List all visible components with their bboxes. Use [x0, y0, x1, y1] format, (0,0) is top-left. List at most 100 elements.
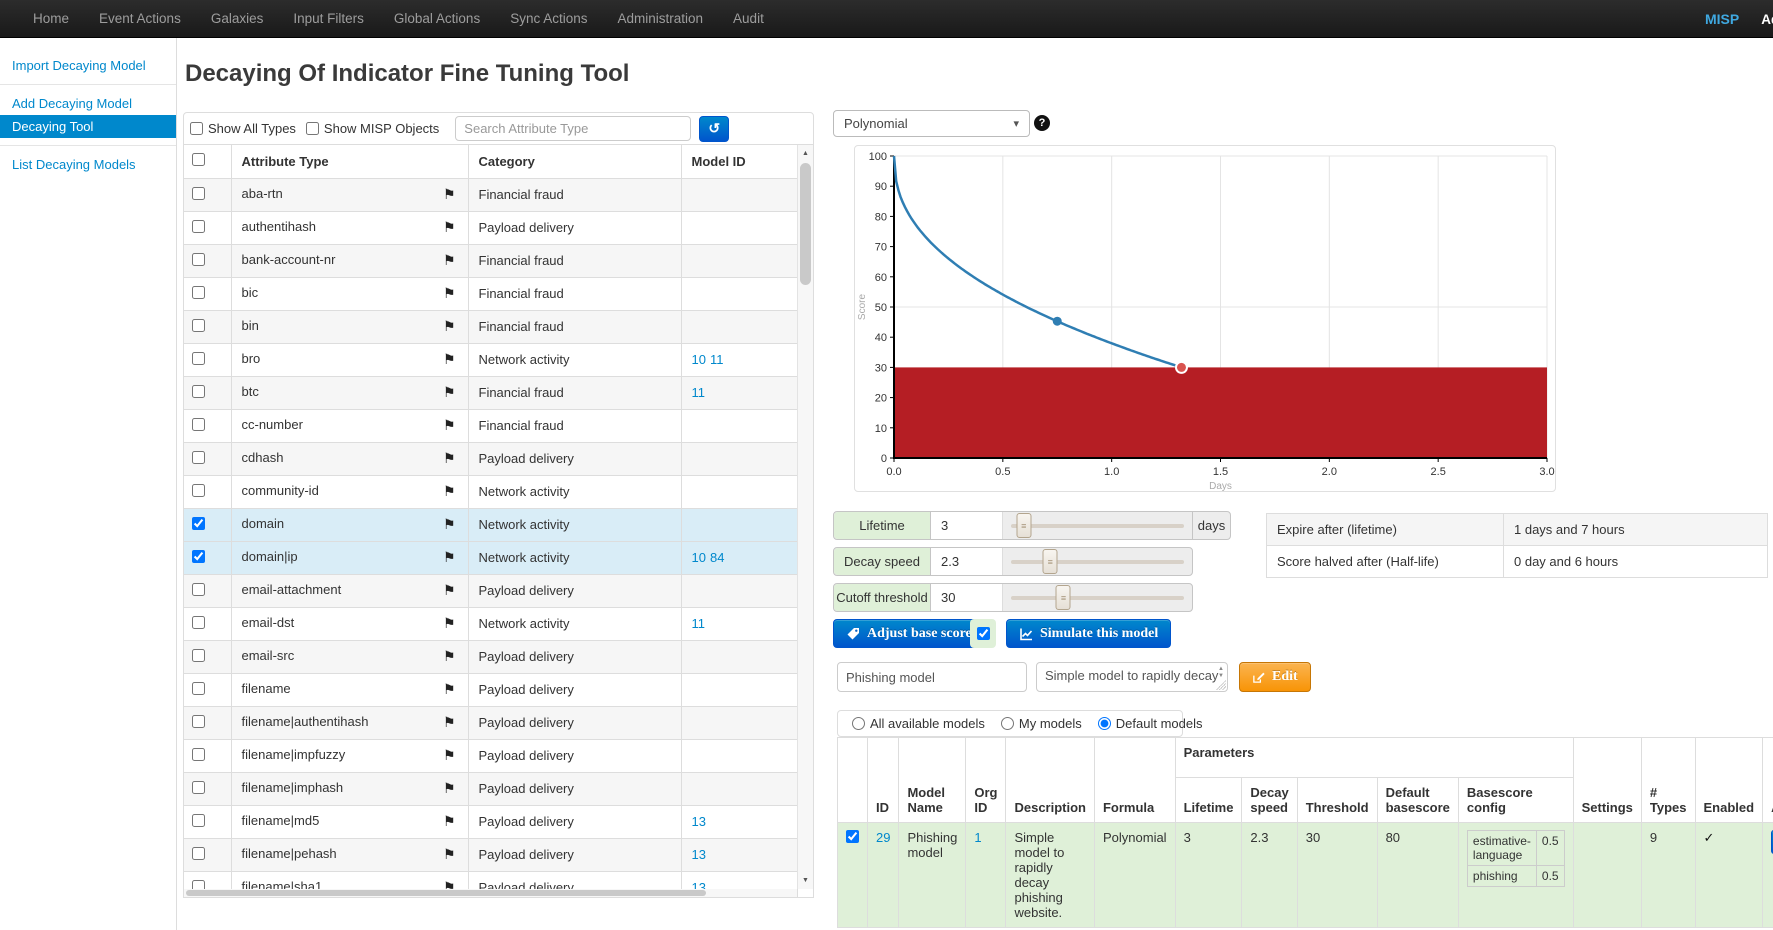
attribute-search-input[interactable]	[455, 116, 691, 141]
flag-icon[interactable]: ⚑	[443, 549, 456, 566]
flag-icon[interactable]: ⚑	[443, 648, 456, 665]
attribute-row-checkbox[interactable]	[192, 814, 205, 827]
nav-item-home[interactable]: Home	[18, 0, 84, 38]
attribute-row-checkbox[interactable]	[192, 451, 205, 464]
model-row-checkbox[interactable]	[846, 830, 859, 843]
model-id-link[interactable]: 13	[692, 847, 706, 862]
sidebar-item-add-decaying-model[interactable]: Add Decaying Model	[0, 92, 176, 115]
sidebar-item-list-decaying-models[interactable]: List Decaying Models	[0, 153, 176, 176]
attribute-row-checkbox[interactable]	[192, 649, 205, 662]
decay-speed-value[interactable]: 2.3	[931, 548, 1003, 575]
model-id-link[interactable]: 11	[710, 352, 724, 367]
nav-item-sync-actions[interactable]: Sync Actions	[495, 0, 602, 38]
model-filter-option[interactable]: Default models	[1098, 716, 1203, 731]
horizontal-scrollbar[interactable]	[184, 889, 797, 897]
adjust-base-score-checkbox[interactable]	[977, 627, 990, 640]
edit-model-button[interactable]: Edit	[1239, 662, 1311, 692]
attribute-row-checkbox[interactable]	[192, 352, 205, 365]
model-name-input[interactable]	[837, 662, 1027, 692]
show-all-types-checkbox[interactable]	[190, 122, 203, 135]
nav-item-administration[interactable]: Administration	[603, 0, 719, 38]
help-icon[interactable]: ?	[1034, 115, 1050, 131]
flag-icon[interactable]: ⚑	[443, 714, 456, 731]
flag-icon[interactable]: ⚑	[443, 582, 456, 599]
flag-icon[interactable]: ⚑	[443, 318, 456, 335]
attribute-row-checkbox[interactable]	[192, 715, 205, 728]
lifetime-value[interactable]: 3	[931, 512, 1003, 539]
model-id-link[interactable]: 11	[692, 616, 706, 631]
flag-icon[interactable]: ⚑	[443, 186, 456, 203]
flag-icon[interactable]: ⚑	[443, 252, 456, 269]
formula-select[interactable]: Polynomial ▾	[833, 110, 1030, 137]
attribute-row-checkbox[interactable]	[192, 583, 205, 596]
flag-icon[interactable]: ⚑	[443, 483, 456, 500]
org-id-link[interactable]: 1	[974, 830, 981, 845]
show-misp-objects-toggle[interactable]: Show MISP Objects	[306, 121, 439, 136]
attribute-row-checkbox[interactable]	[192, 418, 205, 431]
cutoff-threshold-slider[interactable]: ≡	[1003, 584, 1192, 611]
model-id-link[interactable]: 84	[710, 550, 724, 565]
attribute-row-checkbox[interactable]	[192, 220, 205, 233]
flag-icon[interactable]: ⚑	[443, 681, 456, 698]
flag-icon[interactable]: ⚑	[443, 351, 456, 368]
flag-icon[interactable]: ⚑	[443, 417, 456, 434]
refresh-button[interactable]: ↺	[699, 116, 729, 142]
nav-item-galaxies[interactable]: Galaxies	[196, 0, 279, 38]
select-all-checkbox[interactable]	[192, 153, 205, 166]
flag-icon[interactable]: ⚑	[443, 450, 456, 467]
sidebar-item-import-decaying-model[interactable]: Import Decaying Model	[0, 54, 176, 77]
attribute-row-checkbox[interactable]	[192, 517, 205, 530]
lifetime-slider-handle[interactable]: ≡	[1016, 513, 1031, 538]
horizontal-scrollbar-thumb[interactable]	[186, 890, 706, 896]
model-description-textarea[interactable]: Simple model to rapidly decay ▲ ▼	[1036, 662, 1228, 692]
resize-grip-icon[interactable]	[1216, 680, 1226, 690]
attribute-row-checkbox[interactable]	[192, 286, 205, 299]
model-id-link[interactable]: 10	[692, 352, 706, 367]
vertical-scrollbar[interactable]: ▲ ▼	[797, 145, 813, 889]
model-filter-radio[interactable]	[852, 717, 865, 730]
cutoff-threshold-slider-handle[interactable]: ≡	[1056, 585, 1071, 610]
show-misp-objects-checkbox[interactable]	[306, 122, 319, 135]
spinner-down-icon[interactable]: ▼	[1218, 673, 1224, 679]
model-filter-radio[interactable]	[1098, 717, 1111, 730]
flag-icon[interactable]: ⚑	[443, 846, 456, 863]
model-id-link[interactable]: 11	[692, 385, 706, 400]
attribute-row-checkbox[interactable]	[192, 616, 205, 629]
lifetime-slider[interactable]: ≡	[1003, 512, 1192, 539]
attribute-row-checkbox[interactable]	[192, 484, 205, 497]
attribute-row-checkbox[interactable]	[192, 781, 205, 794]
attribute-row-checkbox[interactable]	[192, 748, 205, 761]
nav-item-event-actions[interactable]: Event Actions	[84, 0, 196, 38]
nav-user-menu[interactable]: Ad	[1761, 12, 1773, 27]
adjust-base-score-button[interactable]: Adjust base score	[833, 619, 985, 648]
model-filter-option[interactable]: My models	[1001, 716, 1082, 731]
vertical-scrollbar-thumb[interactable]	[800, 163, 811, 285]
flag-icon[interactable]: ⚑	[443, 516, 456, 533]
model-id-link[interactable]: 10	[692, 550, 706, 565]
attribute-row-checkbox[interactable]	[192, 187, 205, 200]
attribute-row-checkbox[interactable]	[192, 847, 205, 860]
attribute-row-checkbox[interactable]	[192, 385, 205, 398]
scroll-up-icon[interactable]: ▲	[798, 146, 813, 161]
show-all-types-toggle[interactable]: Show All Types	[190, 121, 296, 136]
nav-item-input-filters[interactable]: Input Filters	[278, 0, 379, 38]
model-filter-radio[interactable]	[1001, 717, 1014, 730]
sidebar-item-decaying-tool[interactable]: Decaying Tool	[0, 115, 176, 138]
flag-icon[interactable]: ⚑	[443, 747, 456, 764]
spinner-up-icon[interactable]: ▲	[1218, 666, 1224, 672]
flag-icon[interactable]: ⚑	[443, 780, 456, 797]
simulate-model-button[interactable]: Simulate this model	[1006, 619, 1171, 648]
cutoff-threshold-value[interactable]: 30	[931, 584, 1003, 611]
flag-icon[interactable]: ⚑	[443, 219, 456, 236]
decay-speed-slider[interactable]: ≡	[1003, 548, 1192, 575]
model-id-link[interactable]: 13	[692, 814, 706, 829]
attribute-row-checkbox[interactable]	[192, 682, 205, 695]
flag-icon[interactable]: ⚑	[443, 285, 456, 302]
decay-speed-slider-handle[interactable]: ≡	[1043, 549, 1058, 574]
flag-icon[interactable]: ⚑	[443, 384, 456, 401]
attribute-row-checkbox[interactable]	[192, 319, 205, 332]
misp-brand[interactable]: MISP	[1705, 11, 1739, 27]
flag-icon[interactable]: ⚑	[443, 615, 456, 632]
model-id-link[interactable]: 29	[876, 830, 890, 845]
nav-item-audit[interactable]: Audit	[718, 0, 779, 38]
